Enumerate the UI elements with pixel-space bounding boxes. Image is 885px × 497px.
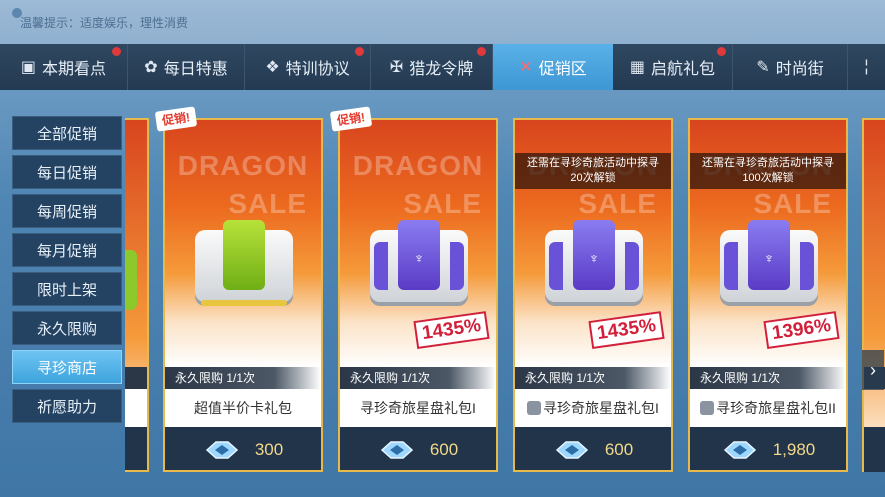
tab-highlights[interactable]: ▣ 本期看点 [0,44,128,90]
product-card-starmap-1-locked[interactable]: DRAGON SALE 还需在寻珍奇旅活动中探寻20次解锁 ♆ 1435% 永久… [513,118,673,472]
side-item-daily[interactable]: 每日促销 [12,155,122,189]
notification-dot [477,47,486,56]
product-name: 超值半价卡礼包 [165,389,321,427]
price-value: 600 [604,439,634,459]
green-crate-icon [195,220,293,308]
product-name: 寻珍奇旅星盘礼包I [340,389,496,427]
card-art: DRAGON SALE 还需在寻珍奇旅活动中探寻20次解锁 ♆ 1435% [515,120,671,367]
product-name: 寻珍奇旅星盘礼包I [543,400,659,416]
watermark-sale: SALE [578,188,657,219]
notification-dot [717,47,726,56]
tab-fashion-street[interactable]: ✎ 时尚街 [733,44,848,90]
card-name-partial [125,389,147,427]
price-button[interactable]: 300 [165,427,321,470]
diamond-gem-icon [553,440,591,460]
more-icon: ¦ [864,58,869,75]
watermark-sale: SALE [403,188,482,219]
watermark-sale: SALE [228,188,307,219]
unlock-requirement: 还需在寻珍奇旅活动中探寻 20次解锁 [515,153,671,189]
side-item-wish-help[interactable]: 祈愿助力 [12,389,122,423]
side-item-weekly[interactable]: 每周促销 [12,194,122,228]
purchase-limit: 永久限购 1/1次 [515,367,671,389]
card-art: DRAGON SALE 还需在寻珍奇旅活动中探寻100次解锁 ♆ 1396% [690,120,846,367]
price-value: 300 [254,439,284,459]
tab-launch-pack[interactable]: ▦ 启航礼包 [613,44,733,90]
card-partial-right[interactable] [862,118,885,472]
purple-crate-icon: ♆ [720,220,818,308]
side-item-treasure-shop[interactable]: 寻珍商店 [12,350,122,384]
dragon-badge-icon: ✠ [389,59,404,76]
discount-badge: 1435% [588,311,665,349]
tab-label: 每日特惠 [163,61,228,78]
discount-badge: 1435% [413,311,490,349]
scroll-right-arrow-icon[interactable]: › [862,350,884,390]
card-art: DRAGON SALE [165,120,321,367]
tab-daily-deals[interactable]: ✿ 每日特惠 [128,44,245,90]
watermark-sale: SALE [753,188,832,219]
price-value: 1,980 [772,439,816,459]
price-button[interactable]: 600 [515,427,671,470]
side-item-limited-time[interactable]: 限时上架 [12,272,122,306]
wings-icon: ❖ [265,59,280,76]
price-value: 600 [429,439,459,459]
product-name-row: 寻珍奇旅星盘礼包II [690,389,846,427]
tab-label: 特训协议 [285,61,350,78]
tab-more[interactable]: ¦ [848,44,885,90]
tab-label: 促销区 [538,61,587,78]
side-item-monthly[interactable]: 每月促销 [12,233,122,267]
product-name: 寻珍奇旅星盘礼包II [716,400,836,416]
discount-badge: 1396% [763,311,840,349]
side-item-permanent-limit[interactable]: 永久限购 [12,311,122,345]
tab-promotions[interactable]: ✕ 促销区 [493,44,613,90]
lock-icon [527,401,542,415]
card-limit-partial [125,367,147,389]
promo-tag-icon: ✕ [519,59,533,76]
fashion-icon: ✎ [756,59,770,76]
daily-icon: ✿ [144,59,158,76]
card-price-partial [864,427,885,472]
product-card-starmap-1[interactable]: DRAGON SALE ♆ 1435% 永久限购 1/1次 寻珍奇旅星盘礼包I … [338,118,498,472]
price-button[interactable]: 600 [340,427,496,470]
tab-label: 本期看点 [42,61,107,78]
card-partial-left[interactable] [125,118,149,472]
tab-label: 猎龙令牌 [409,61,474,78]
notice-text: 温馨提示：适度娱乐，理性消费 [20,16,189,30]
notification-dot [355,47,364,56]
top-notice-bar: 温馨提示：适度娱乐，理性消费 [0,0,885,44]
watermark-dragon: DRAGON [352,150,484,181]
notification-dot [112,47,121,56]
card-price-partial [125,427,147,470]
purchase-limit: 永久限购 1/1次 [340,367,496,389]
purple-crate-icon: ♆ [545,220,643,308]
giftbox-icon: ▦ [629,59,646,76]
diamond-gem-icon [378,440,416,460]
tab-training-protocol[interactable]: ❖ 特训协议 [245,44,371,90]
lock-icon [700,401,715,415]
diamond-gem-icon [203,440,241,460]
product-card-starmap-2-locked[interactable]: DRAGON SALE 还需在寻珍奇旅活动中探寻100次解锁 ♆ 1396% 永… [688,118,848,472]
product-card-half-price[interactable]: DRAGON SALE 永久限购 1/1次 超值半价卡礼包 300 [163,118,323,472]
diamond-gem-icon [721,440,759,460]
tab-dragon-token[interactable]: ✠ 猎龙令牌 [371,44,493,90]
purchase-limit: 永久限购 1/1次 [165,367,321,389]
price-button[interactable]: 1,980 [690,427,846,470]
side-menu: 全部促销 每日促销 每周促销 每月促销 限时上架 永久限购 寻珍商店 祈愿助力 [12,116,122,428]
watermark-dragon: DRAGON [177,150,309,181]
card-art-partial [125,250,137,310]
unlock-requirement: 还需在寻珍奇旅活动中探寻 100次解锁 [690,153,846,189]
side-item-all[interactable]: 全部促销 [12,116,122,150]
product-name-row: 寻珍奇旅星盘礼包I [515,389,671,427]
tab-label: 启航礼包 [651,61,716,78]
purple-crate-icon: ♆ [370,220,468,308]
tab-label: 时尚街 [775,61,824,78]
gift-bag-icon: ▣ [20,59,37,76]
purchase-limit: 永久限购 1/1次 [690,367,846,389]
tab-bar: ▣ 本期看点 ✿ 每日特惠 ❖ 特训协议 ✠ 猎龙令牌 ✕ 促销区 ▦ 启航礼包… [0,44,885,90]
card-art: DRAGON SALE ♆ 1435% [340,120,496,367]
